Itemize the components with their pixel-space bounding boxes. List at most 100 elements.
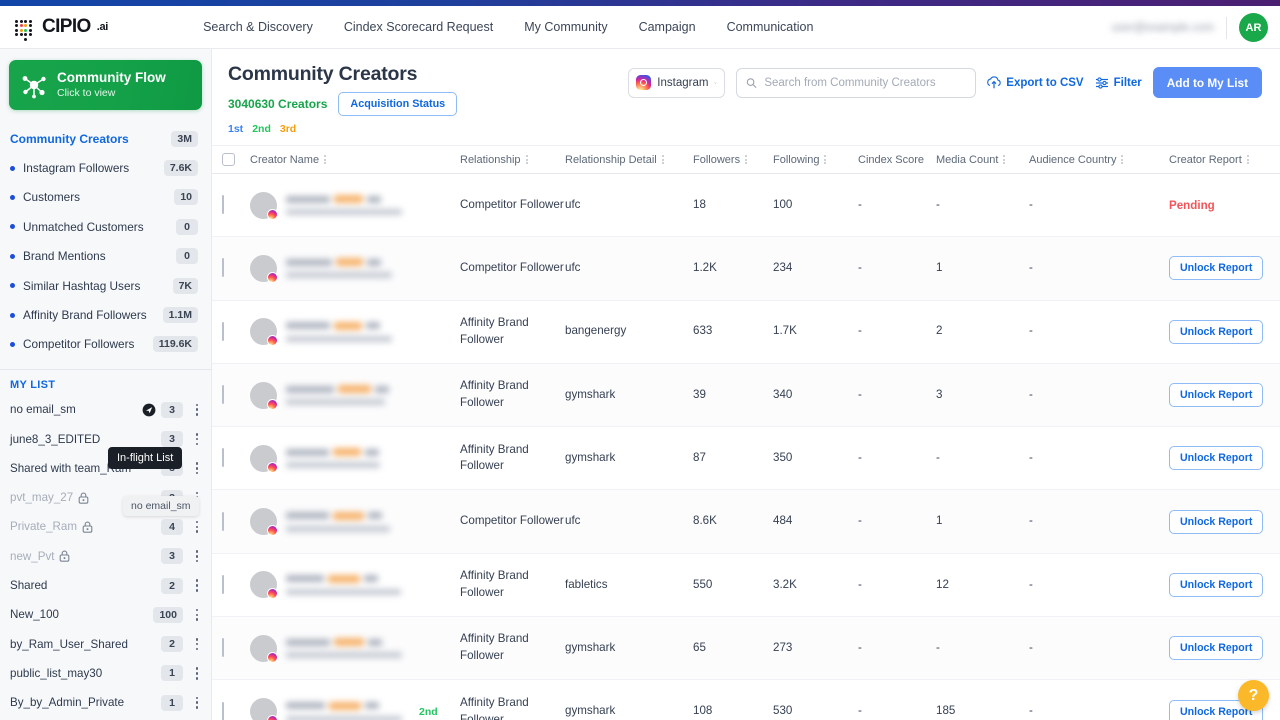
row-checkbox[interactable] (222, 512, 224, 531)
export-to-csv-button[interactable]: Export to CSV (987, 76, 1083, 90)
list-item[interactable]: no email_sm 3 (0, 395, 211, 424)
search-box[interactable] (736, 68, 976, 98)
row-checkbox[interactable] (222, 385, 224, 404)
sort-icon[interactable] (824, 155, 826, 164)
creator-name-cell[interactable] (250, 382, 460, 409)
help-button[interactable]: ? (1238, 680, 1269, 711)
column-header-following[interactable]: Following (773, 154, 858, 166)
creator-name-cell[interactable] (250, 445, 460, 472)
relationship-detail-cell: ufc (565, 260, 693, 277)
column-header-relationship[interactable]: Relationship (460, 154, 565, 166)
filter-button[interactable]: Filter (1095, 76, 1142, 90)
unlock-report-button[interactable]: Unlock Report (1169, 446, 1263, 470)
divider (1226, 17, 1227, 39)
creator-name-cell[interactable] (250, 571, 460, 598)
nav-item-cindex-scorecard-request[interactable]: Cindex Scorecard Request (344, 20, 493, 34)
sort-icon[interactable] (662, 155, 664, 164)
table-row[interactable]: Affinity Brand Follower gymshark 87 350 - - - U… (212, 427, 1280, 490)
nav-item-search-discovery[interactable]: Search & Discovery (203, 20, 313, 34)
column-header-media-count[interactable]: Media Count (936, 154, 1029, 166)
sort-icon[interactable] (1121, 155, 1123, 164)
search-input[interactable] (764, 77, 966, 89)
sidebar-item-brand-mentions[interactable]: Brand Mentions 0 (0, 242, 211, 271)
row-checkbox[interactable] (222, 322, 224, 341)
sort-icon[interactable] (1003, 155, 1005, 164)
list-item[interactable]: by_Ram_User_Shared 2 (0, 630, 211, 659)
creator-name-redacted (286, 448, 380, 468)
sidebar-item-affinity-brand-followers[interactable]: Affinity Brand Followers 1.1M (0, 300, 211, 329)
sort-icon[interactable] (745, 155, 747, 164)
list-item-menu-icon[interactable] (189, 667, 205, 679)
creator-name-cell[interactable]: 2nd (250, 698, 460, 720)
row-checkbox[interactable] (222, 638, 224, 657)
nav-item-my-community[interactable]: My Community (524, 20, 607, 34)
list-item-menu-icon[interactable] (189, 404, 205, 416)
list-item[interactable]: new_Pvt 3 (0, 542, 211, 571)
sidebar-item-similar-hashtag-users[interactable]: Similar Hashtag Users 7K (0, 271, 211, 300)
row-checkbox[interactable] (222, 575, 224, 594)
row-checkbox[interactable] (222, 195, 224, 214)
sort-icon[interactable] (324, 155, 326, 164)
creator-name-cell[interactable] (250, 192, 460, 219)
unlock-report-button[interactable]: Unlock Report (1169, 383, 1263, 407)
table-row[interactable]: 2nd Affinity Brand Follower gymshark 108 530… (212, 680, 1280, 720)
list-item-menu-icon[interactable] (189, 550, 205, 562)
creator-name-cell[interactable] (250, 508, 460, 535)
sidebar-item-community-creators[interactable]: Community Creators 3M (0, 124, 211, 153)
table-row[interactable]: Affinity Brand Follower gymshark 65 273 - - - U… (212, 617, 1280, 680)
add-to-my-list-button[interactable]: Add to My List (1153, 67, 1262, 98)
sort-icon[interactable] (1247, 155, 1249, 164)
lock-icon-wrap (59, 550, 70, 562)
list-item[interactable]: Private_Ram 4 (0, 512, 211, 541)
list-item-menu-icon[interactable] (189, 697, 205, 709)
sort-icon[interactable] (526, 155, 528, 164)
list-item-menu-icon[interactable] (189, 579, 205, 591)
column-header-relationship-detail[interactable]: Relationship Detail (565, 154, 693, 166)
nav-item-communication[interactable]: Communication (727, 20, 814, 34)
row-checkbox[interactable] (222, 448, 224, 467)
creator-name-cell[interactable] (250, 255, 460, 282)
list-item[interactable]: public_list_may30 1 (0, 659, 211, 688)
table-row[interactable]: Competitor Follower ufc 18 100 - - - Pending (212, 174, 1280, 237)
table-row[interactable]: Affinity Brand Follower gymshark 39 340 - 3 - U… (212, 364, 1280, 427)
in-flight-badge[interactable] (142, 403, 156, 417)
unlock-report-button[interactable]: Unlock Report (1169, 573, 1263, 597)
list-item[interactable]: Shared 2 (0, 571, 211, 600)
nav-item-campaign[interactable]: Campaign (639, 20, 696, 34)
creator-name-cell[interactable] (250, 318, 460, 345)
brand-logo[interactable]: CIPIO .ai (14, 16, 108, 38)
avatar[interactable]: AR (1239, 13, 1268, 42)
column-header-creator-name[interactable]: Creator Name (250, 154, 460, 166)
column-header-followers[interactable]: Followers (693, 154, 773, 166)
list-item-menu-icon[interactable] (189, 638, 205, 650)
list-item-menu-icon[interactable] (189, 521, 205, 533)
sidebar-item-instagram-followers[interactable]: Instagram Followers 7.6K (0, 153, 211, 182)
list-item-menu-icon[interactable] (189, 433, 205, 445)
unlock-report-button[interactable]: Unlock Report (1169, 510, 1263, 534)
sidebar-item-count: 1.1M (163, 307, 198, 323)
sidebar-item-unmatched-customers[interactable]: Unmatched Customers 0 (0, 212, 211, 241)
list-item-menu-icon[interactable] (189, 462, 205, 474)
select-all-checkbox[interactable] (222, 153, 235, 166)
list-item[interactable]: By_by_Admin_Private 1 (0, 688, 211, 717)
creator-name-cell[interactable] (250, 635, 460, 662)
column-header-audience-country[interactable]: Audience Country (1029, 154, 1169, 166)
table-row[interactable]: Affinity Brand Follower bangenergy 633 1.7K… (212, 301, 1280, 364)
unlock-report-button[interactable]: Unlock Report (1169, 320, 1263, 344)
sidebar-item-competitor-followers[interactable]: Competitor Followers 119.6K (0, 330, 211, 359)
list-item[interactable]: New_100 100 (0, 600, 211, 629)
unlock-report-button[interactable]: Unlock Report (1169, 636, 1263, 660)
table-row[interactable]: Affinity Brand Follower fabletics 550 3.2K -… (212, 554, 1280, 617)
sidebar-item-customers[interactable]: Customers 10 (0, 183, 211, 212)
unlock-report-button[interactable]: Unlock Report (1169, 256, 1263, 280)
row-checkbox[interactable] (222, 702, 224, 720)
platform-select[interactable]: Instagram (628, 68, 725, 98)
table-row[interactable]: Competitor Follower ufc 1.2K 234 - 1 - Unlock R… (212, 237, 1280, 300)
column-header-cindex-score[interactable]: Cindex Score (858, 154, 936, 166)
community-flow-card[interactable]: Community Flow Click to view (9, 60, 202, 110)
table-row[interactable]: Competitor Follower ufc 8.6K 484 - 1 - Unlock R… (212, 490, 1280, 553)
acquisition-status-button[interactable]: Acquisition Status (338, 92, 457, 116)
list-item-menu-icon[interactable] (189, 609, 205, 621)
column-header-creator-report[interactable]: Creator Report (1169, 154, 1277, 166)
row-checkbox[interactable] (222, 258, 224, 277)
